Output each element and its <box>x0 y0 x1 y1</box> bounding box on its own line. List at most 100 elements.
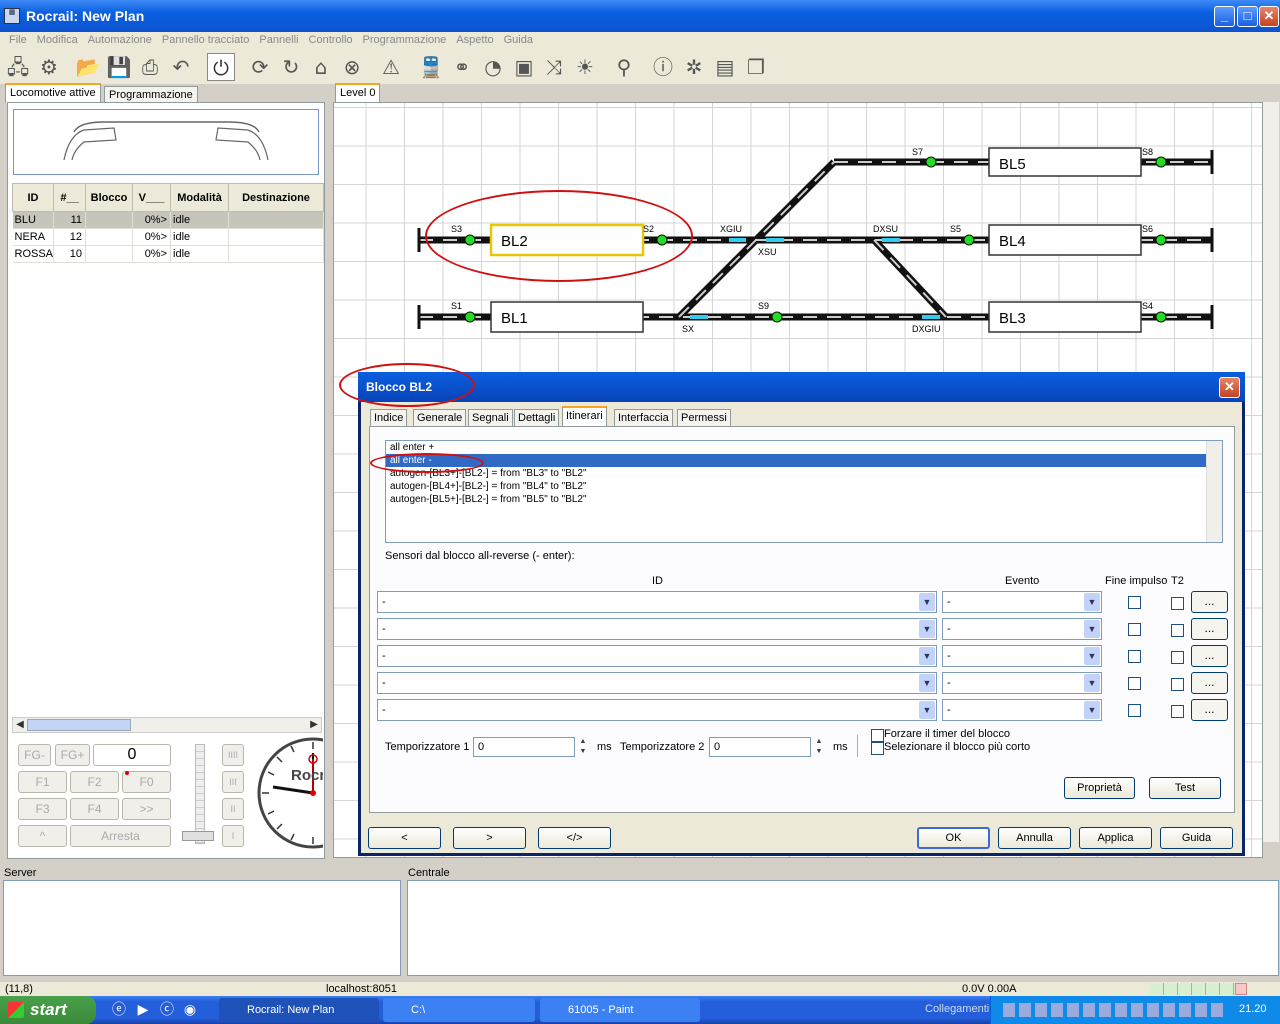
fine-impulso-checkbox[interactable] <box>1128 623 1141 636</box>
route-icon[interactable]: ⚭ <box>448 53 476 81</box>
test-button[interactable]: Test <box>1149 777 1221 799</box>
help-button[interactable]: Guida <box>1160 827 1233 849</box>
col-blocco[interactable]: Blocco <box>85 183 134 212</box>
chevron-down-icon[interactable]: ▼ <box>1084 701 1100 719</box>
menu-file[interactable]: File <box>4 33 32 47</box>
scroll-thumb[interactable] <box>27 719 131 731</box>
list-item[interactable]: autogen-[BL5+]-[BL2-] = from "BL5" to "B… <box>386 493 1222 506</box>
menu-pannello-tracciato[interactable]: Pannello tracciato <box>157 33 254 47</box>
sensor-event-combo[interactable]: - ▼ <box>942 618 1102 640</box>
menu-modifica[interactable]: Modifica <box>32 33 83 47</box>
power-icon[interactable]: ⏻ <box>207 53 235 81</box>
sensor-id-combo[interactable]: - ▼ <box>377 591 937 613</box>
tab-level-0[interactable]: Level 0 <box>335 83 381 103</box>
settings-icon[interactable]: ⚙ <box>35 53 63 81</box>
f1-button[interactable]: F1 <box>18 771 67 793</box>
taskbar-rocrail[interactable]: Rocrail: New Plan <box>219 998 379 1022</box>
taskbar-paint[interactable]: 61005 - Paint <box>540 998 700 1022</box>
sensor-id-combo[interactable]: - ▼ <box>377 699 937 721</box>
rotate-icon[interactable]: ↻ <box>277 53 305 81</box>
loop-icon[interactable]: ⟳ <box>246 53 274 81</box>
speedometer-icon[interactable]: ◔ <box>479 53 507 81</box>
chevron-down-icon[interactable]: ▼ <box>1084 674 1100 692</box>
chevron-down-icon[interactable]: ▼ <box>919 647 935 665</box>
chevron-down-icon[interactable]: ▼ <box>919 701 935 719</box>
canvas-vertical-scrollbar[interactable] <box>1263 102 1279 842</box>
list-item[interactable]: all enter - <box>386 454 1222 467</box>
sensor-options-button[interactable]: ... <box>1191 672 1228 694</box>
chevron-down-icon[interactable]: ▼ <box>1084 620 1100 638</box>
scroll-right-icon[interactable]: ▶ <box>307 718 321 732</box>
fg-plus-button[interactable]: FG+ <box>55 744 90 766</box>
taskbar-cmd[interactable]: C:\ <box>383 998 535 1022</box>
f2-button[interactable]: F2 <box>70 771 119 793</box>
ok-button[interactable]: OK <box>917 827 990 849</box>
minimize-button[interactable]: _ <box>1214 6 1235 27</box>
more-functions-button[interactable]: >> <box>122 798 171 820</box>
quicklaunch-chrome-icon[interactable]: ◉ <box>176 996 204 1024</box>
list-item[interactable]: all enter + <box>386 441 1222 454</box>
sensor-event-combo[interactable]: - ▼ <box>942 699 1102 721</box>
block-icon[interactable]: ▣ <box>510 53 538 81</box>
table-row[interactable]: NERA 12 0%> idle <box>12 228 324 246</box>
menu-controllo[interactable]: Controllo <box>304 33 358 47</box>
warning-icon[interactable]: ⚠ <box>377 53 405 81</box>
menu-guida[interactable]: Guida <box>499 33 538 47</box>
sensor-id-combo[interactable]: - ▼ <box>377 672 937 694</box>
zoom-icon[interactable]: ⚲ <box>610 53 638 81</box>
next-button[interactable]: > <box>453 827 526 849</box>
t2-checkbox[interactable] <box>1171 651 1184 664</box>
fine-impulso-checkbox[interactable] <box>1128 596 1141 609</box>
tab-locomotive-attive[interactable]: Locomotive attive <box>5 83 101 103</box>
close-button[interactable]: ✕ <box>1259 6 1279 27</box>
scroll-left-icon[interactable]: ◀ <box>13 718 27 732</box>
table-row[interactable]: ROSSA 10 0%> idle <box>12 245 324 263</box>
t2-checkbox[interactable] <box>1171 678 1184 691</box>
select-shortest-checkbox[interactable] <box>871 742 884 755</box>
col-modalita[interactable]: Modalità <box>170 183 230 212</box>
t2-checkbox[interactable] <box>1171 705 1184 718</box>
tab-itinerari[interactable]: Itinerari <box>562 406 607 428</box>
menu-automazione[interactable]: Automazione <box>83 33 157 47</box>
chevron-down-icon[interactable]: ▼ <box>919 674 935 692</box>
chevron-down-icon[interactable]: ▼ <box>919 593 935 611</box>
fine-impulso-checkbox[interactable] <box>1128 704 1141 717</box>
fine-impulso-checkbox[interactable] <box>1128 677 1141 690</box>
xml-button[interactable]: </> <box>538 827 611 849</box>
apply-button[interactable]: Applica <box>1079 827 1152 849</box>
sensor-options-button[interactable]: ... <box>1191 591 1228 613</box>
dialog-close-icon[interactable]: ✕ <box>1219 377 1240 398</box>
sensor-options-button[interactable]: ... <box>1191 699 1228 721</box>
collegamenti-label[interactable]: Collegamenti <box>925 1003 989 1015</box>
menu-pannelli[interactable]: Pannelli <box>254 33 303 47</box>
route-list[interactable]: all enter + all enter - autogen-[BL3+]-[… <box>385 440 1223 543</box>
f0-button[interactable]: F0 <box>122 771 171 793</box>
timer2-spinner[interactable]: ▲ ▼ <box>812 737 826 757</box>
previous-button[interactable]: < <box>368 827 441 849</box>
route-list-scrollbar[interactable] <box>1206 441 1222 542</box>
f4-button[interactable]: F4 <box>70 798 119 820</box>
f3-button[interactable]: F3 <box>18 798 67 820</box>
sensor-id-combo[interactable]: - ▼ <box>377 645 937 667</box>
stop-icon[interactable]: ⊗ <box>338 53 366 81</box>
menu-aspetto[interactable]: Aspetto <box>451 33 498 47</box>
info-icon[interactable]: ⓘ <box>649 53 677 81</box>
home-icon[interactable]: ⌂ <box>307 53 335 81</box>
timer1-input[interactable]: 0 <box>473 737 575 757</box>
locomotive-icon[interactable]: 🚆 <box>417 53 445 81</box>
speed-slider[interactable] <box>195 744 205 844</box>
sensor-options-button[interactable]: ... <box>1191 645 1228 667</box>
horizontal-scrollbar[interactable]: ◀ ▶ <box>12 717 322 733</box>
col-speed[interactable]: V___ <box>132 183 172 212</box>
t2-checkbox[interactable] <box>1171 624 1184 637</box>
document-icon[interactable]: ▤ <box>711 53 739 81</box>
sensor-event-combo[interactable]: - ▼ <box>942 591 1102 613</box>
sensor-event-combo[interactable]: - ▼ <box>942 672 1102 694</box>
table-row[interactable]: BLU 11 0%> idle <box>12 211 324 229</box>
step-3-button[interactable]: III <box>222 771 244 793</box>
sensor-id-combo[interactable]: - ▼ <box>377 618 937 640</box>
bug-icon[interactable]: ✲ <box>680 53 708 81</box>
timer2-input[interactable]: 0 <box>709 737 811 757</box>
step-4-button[interactable]: IIII <box>222 744 244 766</box>
list-item[interactable]: autogen-[BL4+]-[BL2-] = from "BL4" to "B… <box>386 480 1222 493</box>
